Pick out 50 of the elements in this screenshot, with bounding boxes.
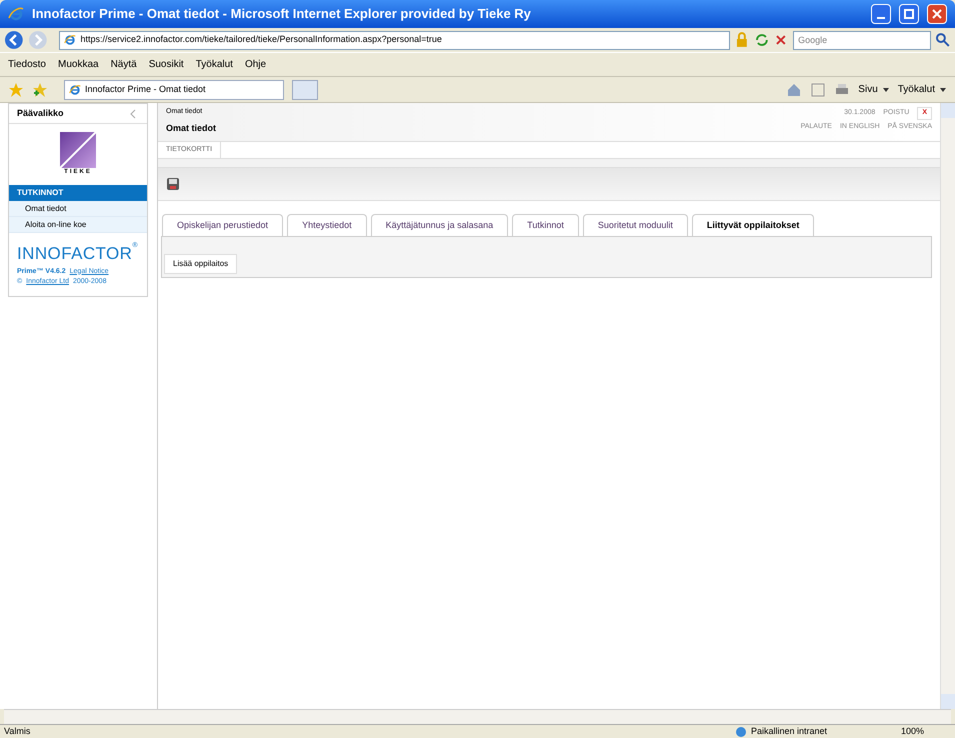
sidebar-item[interactable]: Omat tiedot xyxy=(9,201,147,217)
menu-item[interactable]: Ohje xyxy=(244,57,266,72)
tieke-logo-icon xyxy=(60,132,96,168)
maximize-button[interactable] xyxy=(899,4,919,24)
browser-logo-icon xyxy=(69,84,81,96)
tab[interactable]: Liittyvät oppilaitokset xyxy=(692,214,814,236)
zoom-text[interactable]: 100% xyxy=(901,724,951,738)
command-button[interactable]: Työkalut xyxy=(898,82,947,97)
back-icon[interactable] xyxy=(4,30,24,50)
address-field[interactable]: https://service2.innofactor.com/tieke/tailored/tieke/PersonalInformation.aspx?personal=true xyxy=(59,30,730,50)
tab[interactable]: Yhteystiedot xyxy=(287,214,367,236)
page-title: Omat tiedot xyxy=(166,122,216,134)
caret-icon xyxy=(882,86,890,94)
add-school-button[interactable]: Lisää oppilaitos xyxy=(164,254,238,274)
menu-item[interactable]: Näytä xyxy=(110,57,137,72)
menu-item[interactable]: Työkalut xyxy=(196,57,233,72)
menu-item[interactable]: Muokkaa xyxy=(58,57,99,72)
zone-text: Paikallinen intranet xyxy=(751,724,828,738)
menu-item[interactable]: Tiedosto xyxy=(8,57,46,72)
browser-logo-icon xyxy=(64,34,76,46)
tab[interactable]: Opiskelijan perustiedot xyxy=(162,214,284,236)
vertical-scrollbar[interactable] xyxy=(940,103,955,709)
command-button[interactable]: Sivu xyxy=(858,82,890,97)
close-icon[interactable] xyxy=(927,4,947,24)
sidebar-title: Päävalikko xyxy=(17,106,64,120)
tab[interactable]: Suoritetut moduulit xyxy=(582,214,688,236)
refresh-icon[interactable] xyxy=(754,32,770,48)
url-text: https://service2.innofactor.com/tieke/tailored/tieke/PersonalInformation.aspx?personal=true xyxy=(80,33,442,46)
section-header: TUTKINNOT xyxy=(9,185,147,201)
star-icon[interactable] xyxy=(8,82,24,98)
new-tab-button[interactable] xyxy=(292,80,318,100)
horizontal-scrollbar[interactable] xyxy=(4,709,951,724)
add-favorite-icon[interactable] xyxy=(32,82,48,98)
tab[interactable]: Tutkinnot xyxy=(512,214,579,236)
brand-name: INNOFACTOR xyxy=(17,243,132,265)
search-field[interactable]: Google xyxy=(793,30,932,50)
browser-logo-icon xyxy=(8,6,24,22)
tab[interactable]: Käyttäjätunnus ja salasana xyxy=(370,214,508,236)
sidebar-item[interactable]: Aloita on-line koe xyxy=(9,217,147,233)
window-title: Innofactor Prime - Omat tiedot - Microsoft Internet Explorer provided by Tieke Ry xyxy=(32,5,532,24)
tab-title: Innofactor Prime - Omat tiedot xyxy=(85,82,206,96)
status-text: Valmis xyxy=(4,724,32,738)
menu-item[interactable]: Suosikit xyxy=(148,57,184,72)
home-icon[interactable] xyxy=(786,82,802,98)
caret-icon xyxy=(939,86,947,94)
save-icon[interactable] xyxy=(166,177,180,191)
minimize-button[interactable] xyxy=(871,4,891,24)
search-icon[interactable] xyxy=(935,32,951,48)
globe-icon xyxy=(735,726,747,738)
browser-tab[interactable]: Innofactor Prime - Omat tiedot xyxy=(64,80,284,100)
